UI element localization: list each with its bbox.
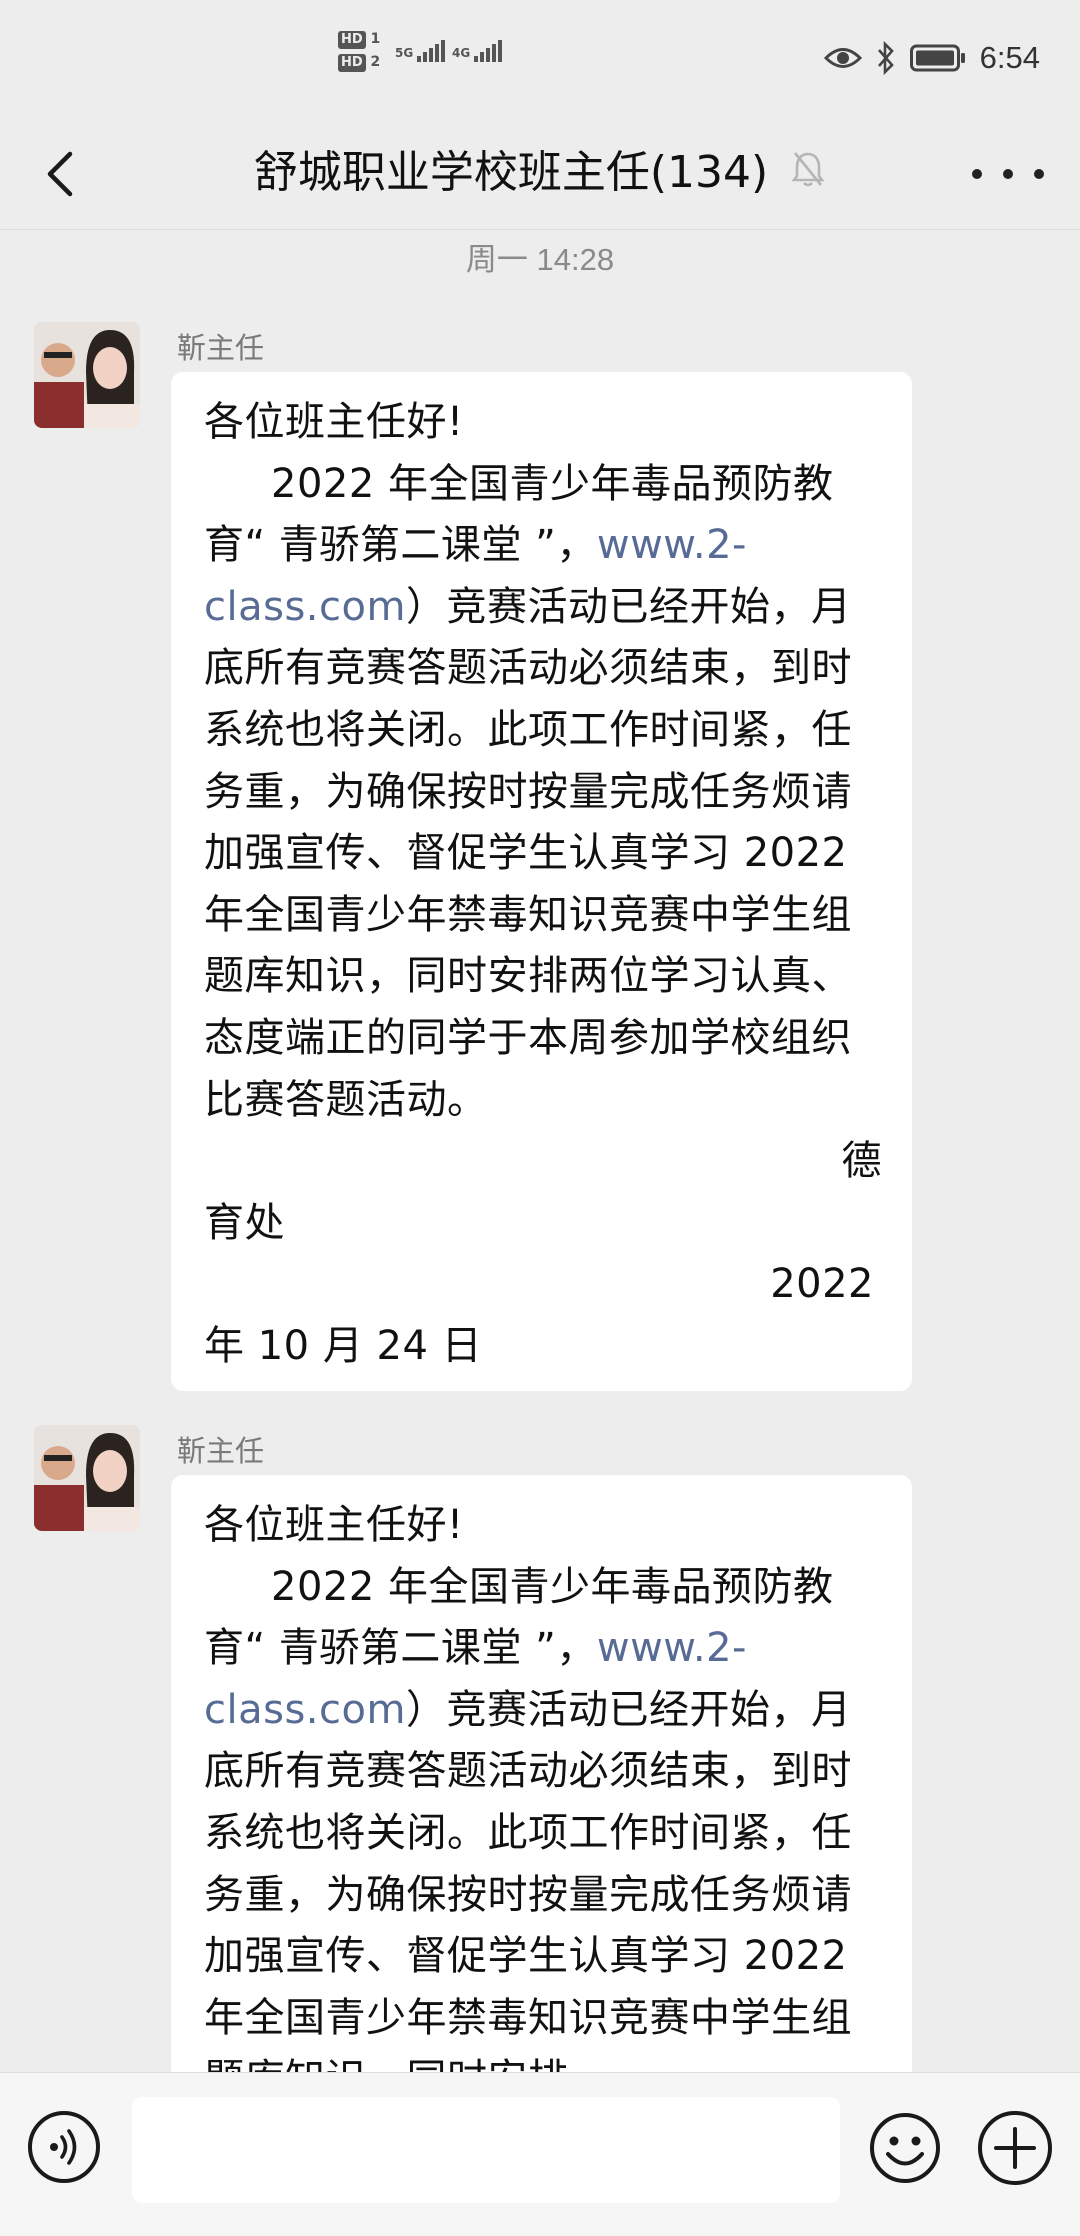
message-greeting: 各位班主任好!: [204, 399, 464, 445]
chat-header: 舒城职业学校班主任(134): [0, 122, 1080, 230]
signal-4g-icon: 4G: [452, 40, 504, 62]
message-bubble[interactable]: 各位班主任好! 2022 年全国青少年毒品预防教育“ 青骄第二课堂 ”，www.…: [171, 372, 912, 1391]
signal-5g-icon: 5G: [395, 40, 447, 62]
status-bar: HD 1 HD 2 5G 4G 6:54: [0, 0, 1080, 122]
header-divider: [0, 229, 1080, 230]
eye-icon: [823, 48, 862, 68]
sender-name: 靳主任: [177, 1434, 265, 1468]
emoji-icon: [870, 2113, 940, 2183]
date-line: 2022: [770, 1261, 874, 1308]
date-line: 年 10 月 24 日: [204, 1322, 483, 1369]
clock: 6:54: [979, 40, 1040, 75]
sim-number: 2: [370, 54, 381, 70]
avatar-photo-icon: [34, 322, 140, 428]
hd-badge: HD: [338, 31, 366, 49]
emoji-button[interactable]: [868, 2111, 942, 2185]
message-greeting: 各位班主任好!: [204, 1502, 464, 1548]
bluetooth-icon: [877, 41, 894, 75]
sim-indicator: HD 1 HD 2: [338, 30, 380, 72]
signature-line: 育处: [204, 1199, 285, 1246]
more-functions-button[interactable]: [978, 2111, 1052, 2185]
sim-number: 1: [370, 31, 381, 47]
sender-avatar[interactable]: [34, 322, 140, 428]
message-text: ）竞赛活动已经开始，月底所有竞赛答题活动必须结束，到时系统也将关闭。此项工作时间…: [204, 1686, 852, 2103]
dot-icon: [1034, 169, 1044, 179]
plus-icon: [994, 2127, 1036, 2169]
group-name: 舒城职业学校班主任(134): [253, 147, 769, 198]
hd-badge: HD: [338, 54, 366, 72]
message-paragraph: 2022 年全国青少年毒品预防教育“ 青骄第二课堂 ”，www.2-class.…: [204, 1557, 882, 2111]
sender-avatar[interactable]: [34, 1425, 140, 1531]
network-type: 5G: [395, 46, 414, 60]
voice-icon: [50, 2129, 77, 2165]
message-input[interactable]: [132, 2097, 840, 2203]
muted-bell-icon: [790, 142, 826, 208]
chat-input-bar: [0, 2072, 1080, 2236]
avatar-photo-icon: [34, 1425, 140, 1531]
dot-icon: [972, 169, 982, 179]
battery-icon: [909, 44, 965, 72]
network-type: 4G: [452, 46, 471, 60]
sender-name: 靳主任: [177, 331, 265, 365]
voice-input-button[interactable]: [28, 2111, 100, 2183]
message-bubble[interactable]: 各位班主任好! 2022 年全国青少年毒品预防教育“ 青骄第二课堂 ”，www.…: [171, 1475, 912, 2175]
message-paragraph: 2022 年全国青少年毒品预防教育“ 青骄第二课堂 ”，www.2-class.…: [204, 454, 882, 1132]
status-icons: 6:54: [823, 38, 1040, 78]
dot-icon: [1003, 169, 1013, 179]
more-options-button[interactable]: [972, 152, 1044, 196]
message-text: ）竞赛活动已经开始，月底所有竞赛答题活动必须结束，到时系统也将关闭。此项工作时间…: [204, 583, 852, 1123]
signature-line: 德: [841, 1138, 882, 1185]
chat-title: 舒城职业学校班主任(134): [0, 140, 1080, 208]
message-timestamp: 周一 14:28: [465, 242, 615, 277]
